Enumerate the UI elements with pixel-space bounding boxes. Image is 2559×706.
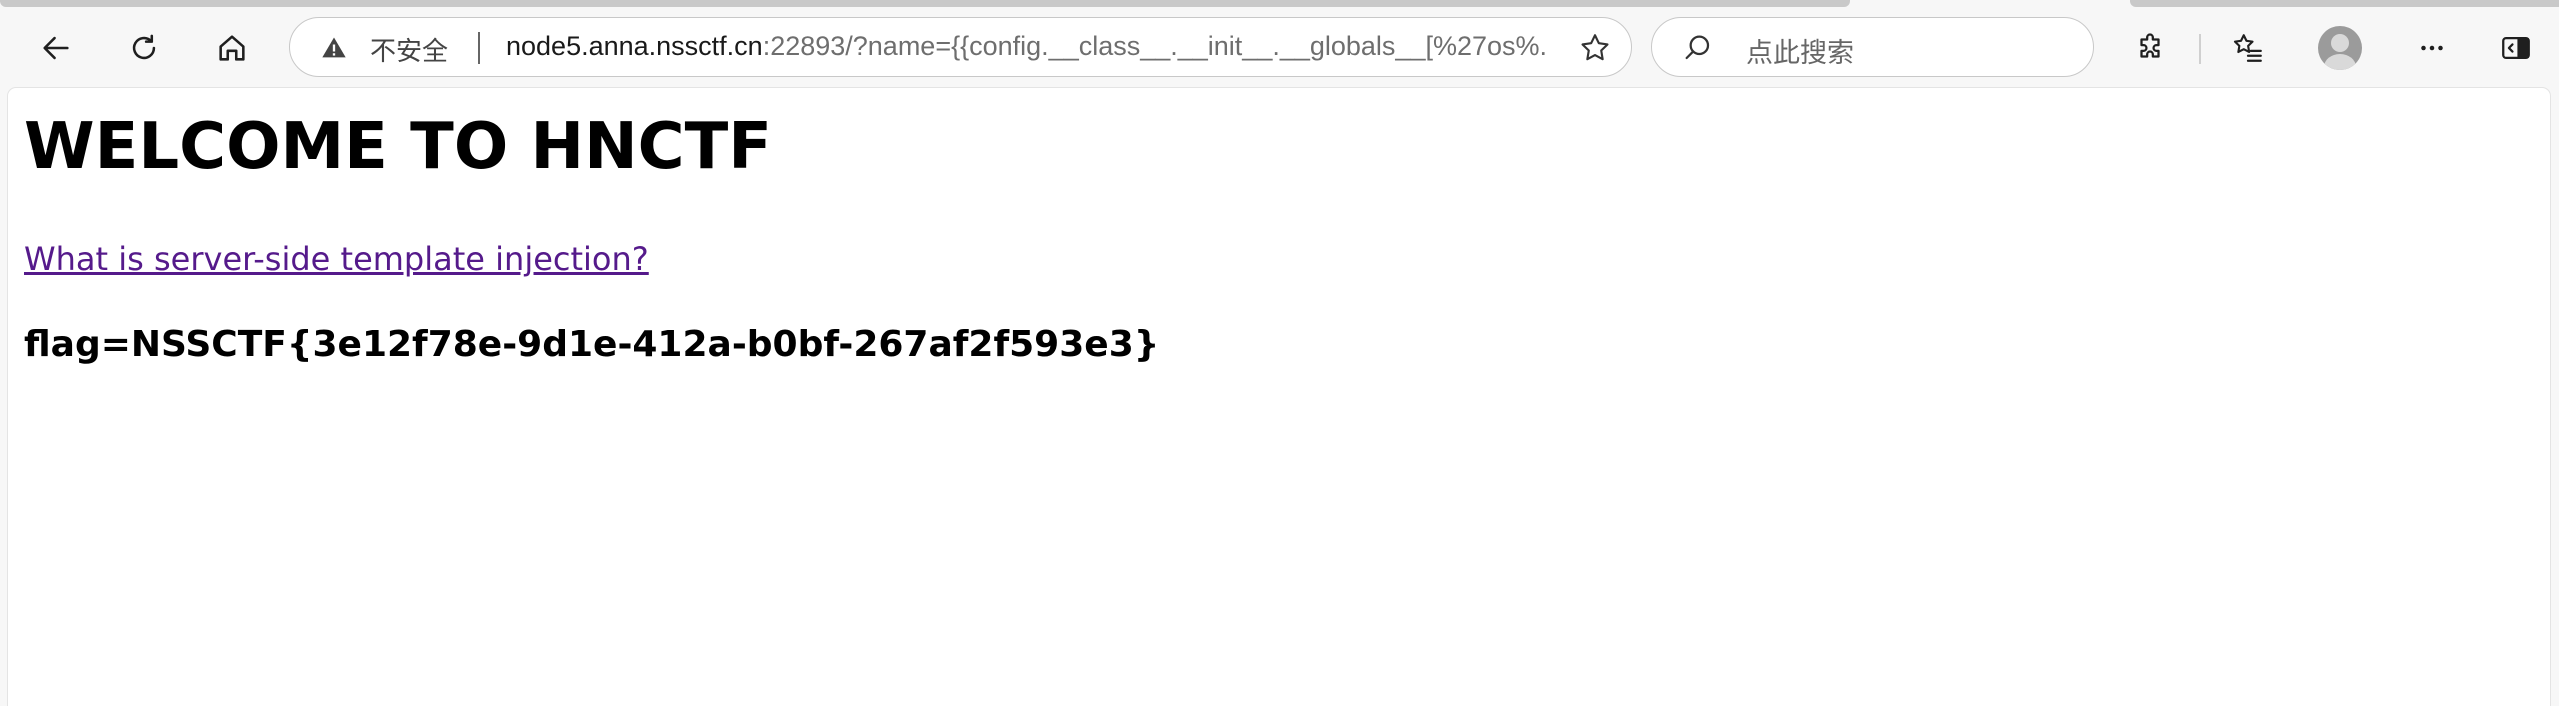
- sidebar-toggle-icon: [2502, 36, 2530, 60]
- address-divider: [478, 32, 480, 64]
- url-host: node5.anna.nssctf.cn: [506, 31, 763, 61]
- more-button[interactable]: [2404, 20, 2460, 76]
- profile-avatar-icon[interactable]: [2318, 26, 2362, 70]
- search-icon: [1685, 35, 1710, 60]
- search-placeholder: 点此搜索: [1746, 38, 1854, 69]
- warning-triangle-icon[interactable]: [320, 34, 348, 62]
- star-icon: [1581, 34, 1609, 61]
- flag-text: flag=NSSCTF{3e12f78e-9d1e-412a-b0bf-267a…: [24, 324, 1160, 365]
- address-bar[interactable]: 不安全 node5.anna.nssctf.cn:22893/?name={{c…: [289, 17, 1632, 77]
- avatar-head: [2331, 34, 2349, 52]
- arrow-left-icon: [43, 36, 69, 60]
- puzzle-icon: [2140, 33, 2160, 58]
- toolbar-divider: [2199, 34, 2201, 64]
- browser-window: 不安全 node5.anna.nssctf.cn:22893/?name={{c…: [0, 0, 2559, 706]
- home-icon: [219, 35, 245, 61]
- page-viewport: WELCOME TO HNCTF What is server-side tem…: [8, 88, 2550, 706]
- browser-toolbar: 不安全 node5.anna.nssctf.cn:22893/?name={{c…: [0, 8, 2559, 88]
- more-dots-icon: [2421, 45, 2443, 51]
- tab-strip: [0, 0, 2559, 8]
- avatar-body: [2324, 54, 2356, 70]
- favorites-button[interactable]: [2220, 20, 2276, 76]
- search-box[interactable]: 点此搜索: [1651, 17, 2094, 77]
- ssti-info-link[interactable]: What is server-side template injection?: [24, 240, 649, 278]
- refresh-button[interactable]: [116, 20, 172, 76]
- favorites-list-icon: [2233, 34, 2262, 62]
- tab-edge-left[interactable]: [0, 0, 1850, 7]
- back-button[interactable]: [28, 20, 84, 76]
- refresh-icon: [132, 34, 156, 60]
- page-title: WELCOME TO HNCTF: [24, 110, 772, 184]
- url-path: :22893/?name={{config.__class__.__init__…: [762, 31, 1546, 61]
- home-button[interactable]: [204, 20, 260, 76]
- url-text[interactable]: node5.anna.nssctf.cn:22893/?name={{confi…: [506, 31, 1546, 62]
- sidebar-toggle-button[interactable]: [2488, 20, 2544, 76]
- tab-edge-right[interactable]: [2130, 0, 2559, 7]
- extensions-button[interactable]: [2122, 20, 2178, 76]
- security-label[interactable]: 不安全: [370, 31, 448, 68]
- favorite-button[interactable]: [1577, 30, 1613, 66]
